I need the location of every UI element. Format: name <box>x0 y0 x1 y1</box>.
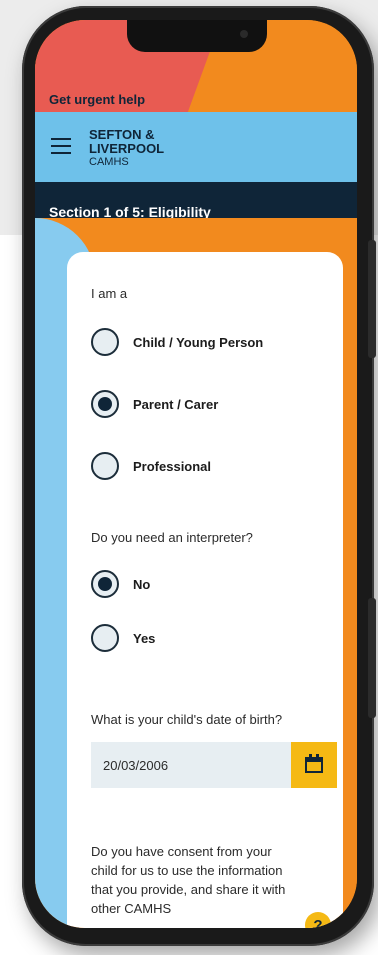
logo-line-1: SEFTON & <box>89 127 155 142</box>
radio-label: Child / Young Person <box>133 334 264 350</box>
interpreter-option-yes[interactable]: Yes <box>91 624 155 652</box>
radio-button[interactable] <box>91 328 119 356</box>
camera-icon <box>240 30 248 38</box>
role-question: I am a <box>91 286 128 301</box>
role-option-professional[interactable]: Professional <box>91 452 211 480</box>
calendar-icon <box>305 754 323 773</box>
interpreter-option-no[interactable]: No <box>91 570 150 598</box>
radio-label: Professional <box>133 458 212 474</box>
consent-question: Do you have consent from your child for … <box>91 844 286 916</box>
calendar-button[interactable] <box>291 742 337 788</box>
radio-label: Parent / Carer <box>133 396 219 412</box>
dob-input[interactable]: 20/03/2006 <box>91 742 291 788</box>
role-option-child[interactable]: Child / Young Person <box>91 328 263 356</box>
radio-button[interactable] <box>91 624 119 652</box>
site-header <box>35 112 357 182</box>
radio-button[interactable] <box>91 452 119 480</box>
phone-screen: Get urgent help SEFTON & LIVERPOOL CAMHS… <box>35 20 357 928</box>
help-icon[interactable]: ? <box>305 912 331 928</box>
logo-line-3: CAMHS <box>89 156 129 168</box>
role-option-parent[interactable]: Parent / Carer <box>91 390 218 418</box>
phone-side-button <box>368 598 376 718</box>
phone-side-button <box>368 240 376 358</box>
radio-label: Yes <box>133 630 156 646</box>
dob-value: 20/03/2006 <box>103 757 169 773</box>
dob-question: What is your child's date of birth? <box>91 712 283 727</box>
menu-icon[interactable] <box>51 138 71 154</box>
interpreter-question: Do you need an interpreter? <box>91 530 253 545</box>
logo[interactable]: SEFTON & LIVERPOOL CAMHS <box>89 127 165 169</box>
radio-button-selected[interactable] <box>91 390 119 418</box>
urgent-help-link[interactable]: Get urgent help <box>49 92 145 107</box>
logo-line-2: LIVERPOOL <box>89 141 165 156</box>
form-card: I am a Child / Young Person Parent / Car… <box>67 252 343 928</box>
radio-label: No <box>133 576 151 592</box>
radio-button-selected[interactable] <box>91 570 119 598</box>
